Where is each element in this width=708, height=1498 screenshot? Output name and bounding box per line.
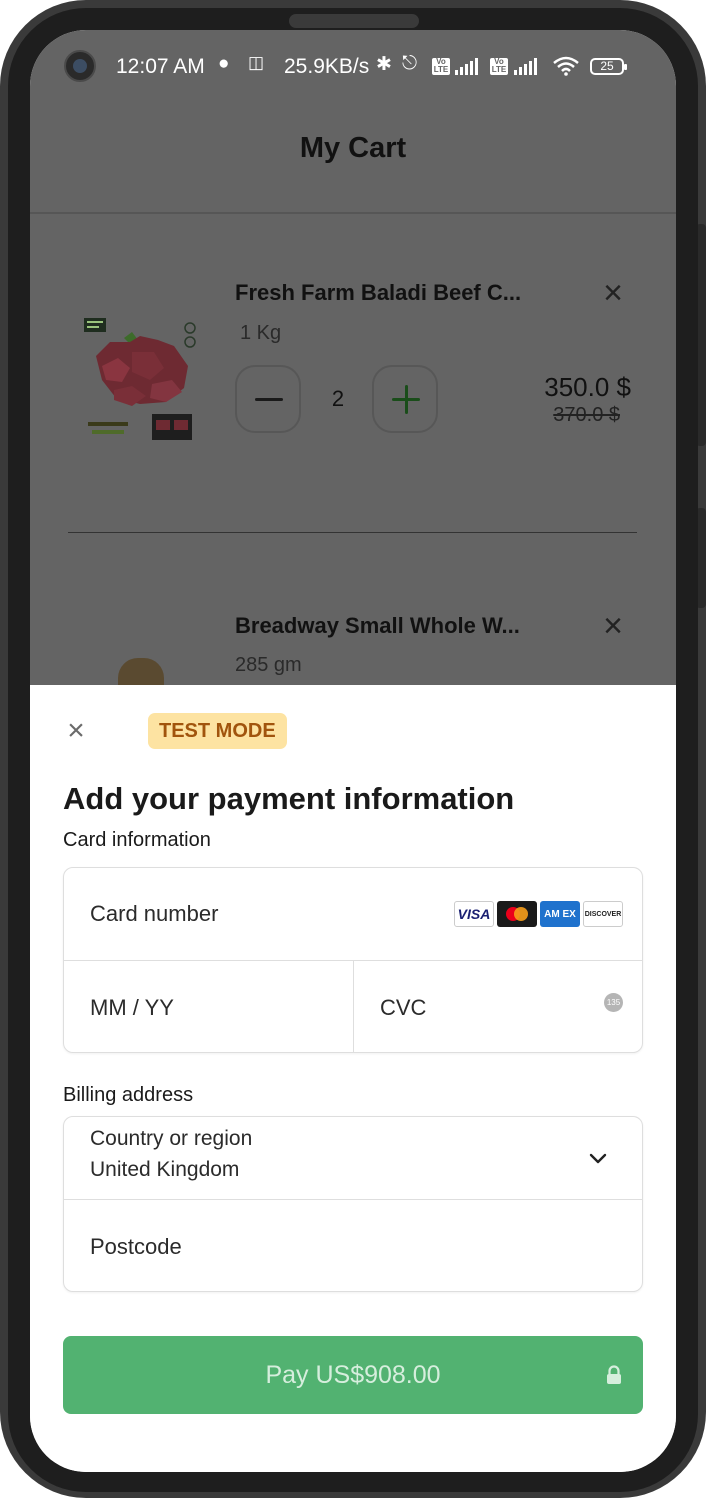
amex-icon: AM EX bbox=[540, 901, 580, 927]
decrease-quantity-button[interactable] bbox=[235, 365, 301, 433]
pay-button-label: Pay US$908.00 bbox=[265, 1361, 441, 1389]
quantity-value: 2 bbox=[331, 386, 345, 411]
pay-button[interactable]: Pay US$908.00 bbox=[63, 1336, 643, 1414]
visa-icon: VISA bbox=[454, 901, 494, 927]
volte-icon: Vo LTE bbox=[432, 57, 450, 75]
postcode-field[interactable]: Postcode bbox=[90, 1234, 182, 1260]
country-select[interactable]: Country or region United Kingdom bbox=[64, 1117, 642, 1199]
sync-notification-icon: ◫ bbox=[248, 53, 265, 72]
close-icon[interactable]: × bbox=[62, 716, 90, 746]
chevron-down-icon bbox=[589, 1153, 607, 1164]
cvc-field-container[interactable]: CVC 135 bbox=[354, 961, 642, 1052]
volte-icon: Vo LTE bbox=[490, 57, 508, 75]
bread-product-icon bbox=[118, 658, 164, 688]
phone-speaker bbox=[289, 14, 419, 28]
status-time: 12:07 AM bbox=[116, 55, 205, 78]
beef-cubes-product-icon bbox=[84, 318, 196, 440]
cvc-field[interactable]: CVC bbox=[380, 995, 426, 1021]
cvc-hint-icon: 135 bbox=[604, 993, 623, 1012]
discover-icon: DISCOVER bbox=[583, 901, 623, 927]
sheet-title: Add your payment information bbox=[63, 781, 515, 816]
test-mode-badge: TEST MODE bbox=[148, 713, 287, 749]
expiry-field[interactable]: MM / YY bbox=[90, 995, 174, 1021]
card-information-label: Card information bbox=[63, 829, 211, 851]
signal-icon bbox=[455, 57, 478, 75]
card-number-field[interactable]: Card number bbox=[90, 901, 218, 927]
remove-item-icon[interactable]: × bbox=[596, 276, 630, 310]
bluetooth-icon: ✱ bbox=[376, 54, 392, 75]
billing-address-group: Country or region United Kingdom Postcod… bbox=[63, 1116, 643, 1292]
billing-address-label: Billing address bbox=[63, 1084, 194, 1106]
card-brands: VISA AM EX DISCOVER bbox=[454, 901, 623, 927]
remove-item-icon[interactable]: × bbox=[596, 609, 630, 643]
net-speed: 25.9KB/s bbox=[284, 55, 370, 78]
header-divider bbox=[30, 212, 676, 214]
cart-item-weight: 1 Kg bbox=[240, 322, 282, 344]
battery-icon: 25 bbox=[590, 58, 627, 75]
payment-sheet: × TEST MODE Add your payment information… bbox=[30, 685, 676, 1472]
country-value: United Kingdom bbox=[90, 1158, 240, 1181]
status-bar: 12:07 AM ● ◫ 25.9KB/s ✱ ⎋ Vo LTE Vo LTE 25 bbox=[30, 30, 676, 104]
increase-quantity-button[interactable] bbox=[372, 365, 438, 433]
cart-item-name[interactable]: Breadway Small Whole W... bbox=[235, 613, 520, 639]
country-label: Country or region bbox=[90, 1127, 253, 1150]
address-divider bbox=[64, 1199, 642, 1200]
cart-item-name[interactable]: Fresh Farm Baladi Beef C... bbox=[235, 280, 521, 306]
page-title: My Cart bbox=[299, 132, 407, 164]
muted-bell-icon: ⎋ bbox=[402, 53, 418, 74]
signal-icon bbox=[514, 57, 537, 75]
cart-screen-dimmed: 12:07 AM ● ◫ 25.9KB/s ✱ ⎋ Vo LTE Vo LTE 25… bbox=[30, 30, 676, 688]
lock-icon bbox=[607, 1365, 621, 1384]
screen: 12:07 AM ● ◫ 25.9KB/s ✱ ⎋ Vo LTE Vo LTE 25… bbox=[30, 30, 676, 1472]
mastercard-icon bbox=[497, 901, 537, 927]
cart-item-weight: 285 gm bbox=[235, 654, 302, 676]
wifi-icon bbox=[553, 56, 579, 76]
card-input-group: Card number VISA AM EX DISCOVER MM / YY … bbox=[63, 867, 643, 1053]
chat-notification-icon: ● bbox=[218, 53, 230, 74]
front-camera bbox=[64, 50, 96, 82]
item-divider bbox=[68, 532, 637, 533]
item-old-price: 370.0 $ bbox=[553, 404, 620, 426]
item-price: 350.0 $ bbox=[544, 372, 631, 402]
